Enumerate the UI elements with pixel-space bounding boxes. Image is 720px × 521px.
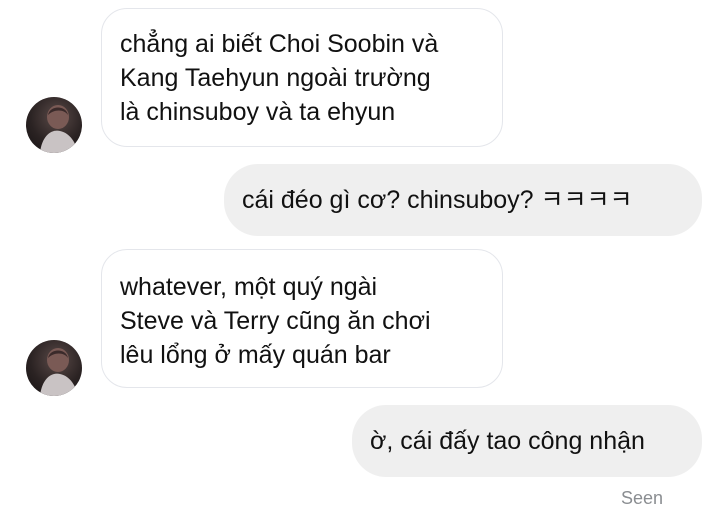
seen-status: Seen [621, 488, 664, 508]
message-line: Steve và Terry cũng ăn chơi [120, 307, 431, 335]
message-line: chẳng ai biết Choi Soobin và [120, 30, 439, 58]
message-line: whatever, một quý ngài [120, 273, 378, 301]
message-thread: chẳng ai biết Choi Soobin và Kang Taehyu… [0, 0, 720, 521]
sender-avatar[interactable] [26, 340, 82, 396]
avatar-image-icon [40, 105, 78, 153]
incoming-message-bubble[interactable]: chẳng ai biết Choi Soobin và Kang Taehyu… [101, 8, 503, 147]
message-line: ờ, cái đấy tao công nhận [370, 427, 645, 455]
incoming-message-bubble[interactable]: whatever, một quý ngài Steve và Terry cũ… [101, 249, 503, 388]
message-line: cái đéo gì cơ? chinsuboy? ㅋㅋㅋㅋ [242, 186, 633, 214]
sender-avatar[interactable] [26, 97, 82, 153]
outgoing-message-bubble[interactable]: cái đéo gì cơ? chinsuboy? ㅋㅋㅋㅋ [224, 164, 702, 236]
message-line: lêu lổng ở mấy quán bar [120, 341, 391, 369]
outgoing-message-bubble[interactable]: ờ, cái đấy tao công nhận [352, 405, 702, 477]
avatar-image-icon [40, 348, 78, 396]
message-line: Kang Taehyun ngoài trường [120, 64, 431, 92]
message-line: là chinsuboy và ta ehyun [120, 98, 396, 126]
